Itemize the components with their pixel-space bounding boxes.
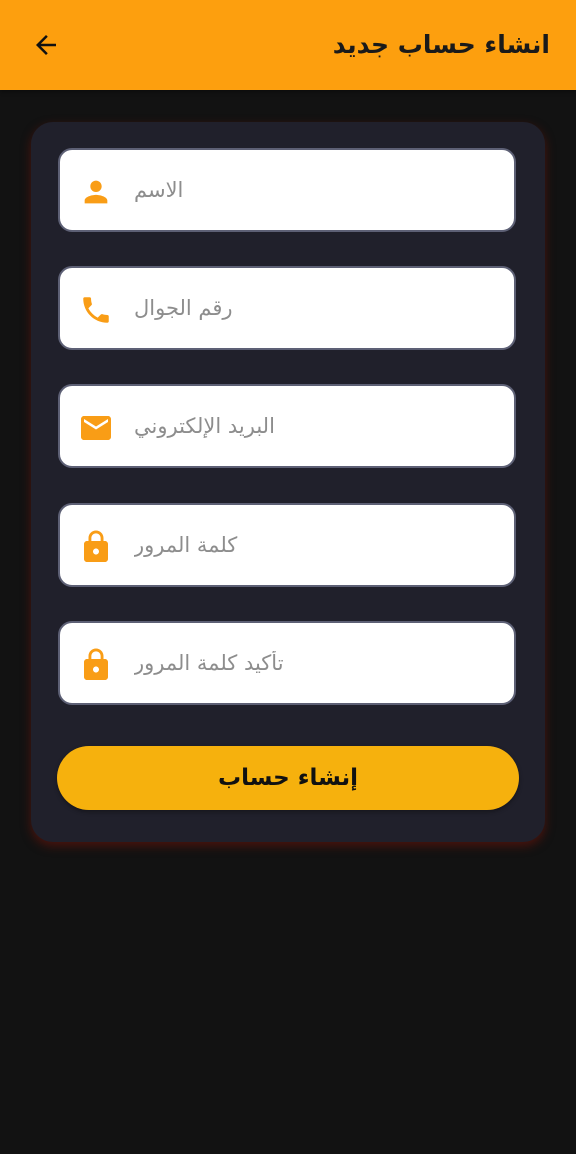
name-input[interactable] (134, 150, 494, 230)
create-account-button[interactable]: إنشاء حساب (57, 746, 519, 810)
email-input[interactable] (134, 386, 494, 466)
phone-icon (76, 290, 116, 330)
email-field[interactable] (58, 384, 516, 468)
phone-input[interactable] (134, 268, 494, 348)
confirm-password-input[interactable] (134, 623, 494, 703)
person-icon (76, 172, 116, 212)
name-field[interactable] (58, 148, 516, 232)
app-bar: انشاء حساب جديد (0, 0, 576, 90)
lock-icon (76, 645, 116, 685)
confirm-password-field[interactable] (58, 621, 516, 705)
phone-field[interactable] (58, 266, 516, 350)
page-title: انشاء حساب جديد (332, 30, 550, 59)
password-input[interactable] (134, 505, 494, 585)
password-field[interactable] (58, 503, 516, 587)
back-button[interactable] (20, 25, 72, 65)
lock-icon (76, 527, 116, 567)
email-icon (76, 408, 116, 448)
signup-form-card: إنشاء حساب (31, 122, 545, 842)
arrow-back-icon (36, 35, 56, 55)
